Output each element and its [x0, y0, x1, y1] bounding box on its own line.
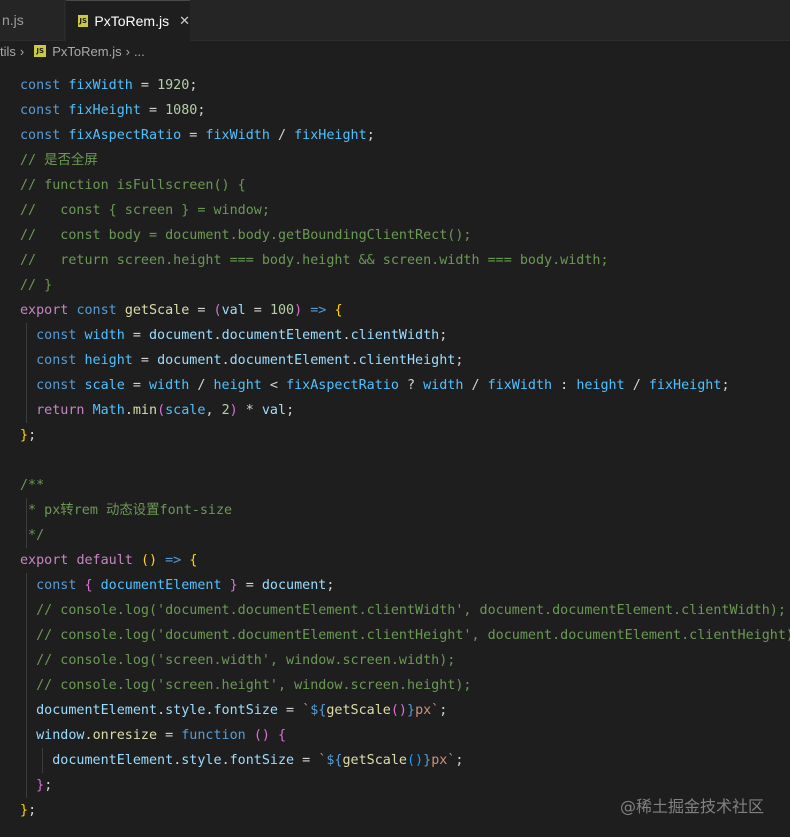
breadcrumb-file[interactable]: PxToRem.js — [52, 44, 121, 59]
code-comment: */ — [0, 523, 790, 548]
code-comment: // console.log('document.documentElement… — [0, 598, 790, 623]
watermark: @稀土掘金技术社区 — [619, 797, 764, 816]
code-comment: * px转rem 动态设置font-size — [0, 498, 790, 523]
editor-tab-bar: n.js JS PxToRem.js ✕ — [0, 0, 790, 41]
javascript-file-icon: JS — [34, 45, 47, 57]
code-comment: // console.log('screen.width', window.sc… — [0, 648, 790, 673]
code-line: window.onresize = function () { — [0, 723, 790, 748]
code-line: export default () => { — [20, 553, 198, 568]
chevron-right-icon: › — [125, 43, 130, 59]
code-comment: // 是否全屏 — [20, 153, 98, 168]
code-editor[interactable]: const fixWidth = 1920; const fixHeight =… — [0, 73, 790, 823]
code-line: const fixAspectRatio = fixWidth / fixHei… — [20, 128, 375, 143]
breadcrumb: tils › JS PxToRem.js › ... — [0, 40, 790, 62]
javascript-file-icon: JS — [78, 15, 89, 27]
code-line: documentElement.style.fontSize = `${getS… — [0, 748, 790, 773]
code-comment: // const { screen } = window; — [20, 203, 270, 218]
code-line: const scale = width / height < fixAspect… — [0, 373, 790, 398]
code-comment: // } — [20, 278, 53, 293]
tab-previous-file[interactable]: n.js — [0, 0, 65, 40]
breadcrumb-more[interactable]: ... — [134, 44, 145, 59]
code-comment: // const body = document.body.getBoundin… — [20, 228, 472, 243]
close-icon[interactable]: ✕ — [179, 13, 190, 29]
code-comment: // console.log('document.documentElement… — [0, 623, 790, 648]
chevron-right-icon: › — [19, 43, 25, 59]
code-line: export const getScale = (val = 100) => { — [20, 303, 343, 318]
code-comment: // function isFullscreen() { — [20, 178, 246, 193]
code-line: const width = document.documentElement.c… — [0, 323, 790, 348]
tab-previous-label: n.js — [2, 12, 24, 28]
code-line: const fixHeight = 1080; — [20, 103, 206, 118]
code-line: const height = document.documentElement.… — [0, 348, 790, 373]
breadcrumb-folder[interactable]: tils — [0, 44, 16, 59]
code-comment: // return screen.height === body.height … — [20, 253, 609, 268]
tab-active-label: PxToRem.js — [94, 13, 170, 29]
code-line: const fixWidth = 1920; — [20, 78, 198, 93]
code-line: documentElement.style.fontSize = `${getS… — [0, 698, 790, 723]
code-comment: // console.log('screen.height', window.s… — [0, 673, 790, 698]
code-comment: /** — [20, 478, 45, 493]
code-line: }; — [20, 428, 37, 443]
tab-pxtorem-js[interactable]: JS PxToRem.js ✕ — [66, 0, 190, 41]
code-line: return Math.min(scale, 2) * val; — [0, 398, 790, 423]
code-line: const { documentElement } = document; — [0, 573, 790, 598]
